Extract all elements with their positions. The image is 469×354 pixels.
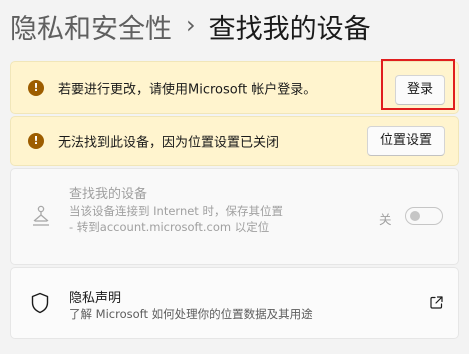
privacy-statement-description: 了解 Microsoft 如何处理你的位置数据及其用途 xyxy=(69,307,313,321)
breadcrumb: 隐私和安全性 › 查找我的设备 xyxy=(10,6,371,46)
location-off-notice-text: 无法找到此设备，因为位置设置已关闭 xyxy=(58,135,280,151)
shield-icon xyxy=(31,292,49,314)
location-settings-button[interactable]: 位置设置 xyxy=(367,126,445,156)
privacy-statement-card[interactable]: 隐私声明 了解 Microsoft 如何处理你的位置数据及其用途 xyxy=(10,267,459,339)
signin-notice-text: 若要进行更改，请使用Microsoft 帐户登录。 xyxy=(58,82,317,97)
page-title: 查找我的设备 xyxy=(208,13,371,45)
find-my-device-title: 查找我的设备 xyxy=(69,187,148,202)
find-my-device-card: 查找我的设备 当该设备连接到 Internet 时，保存其位置 - 转到acco… xyxy=(10,168,459,265)
location-off-notice: ! 无法找到此设备，因为位置设置已关闭 位置设置 xyxy=(10,116,459,166)
warning-icon: ! xyxy=(28,133,44,149)
toggle-state-label: 关 xyxy=(379,212,392,227)
find-my-device-description: 当该设备连接到 Internet 时，保存其位置 - 转到account.mic… xyxy=(69,204,283,234)
breadcrumb-parent[interactable]: 隐私和安全性 xyxy=(10,7,172,46)
find-device-icon xyxy=(33,205,49,226)
toggle-knob xyxy=(410,211,420,221)
privacy-statement-title: 隐私声明 xyxy=(69,291,122,306)
find-my-device-toggle[interactable] xyxy=(405,207,443,225)
external-link-icon[interactable] xyxy=(429,295,444,310)
sign-in-button[interactable]: 登录 xyxy=(395,75,445,105)
breadcrumb-separator: › xyxy=(186,11,196,39)
warning-icon: ! xyxy=(28,79,44,96)
signin-notice: ! 若要进行更改，请使用Microsoft 帐户登录。 登录 xyxy=(10,61,459,114)
